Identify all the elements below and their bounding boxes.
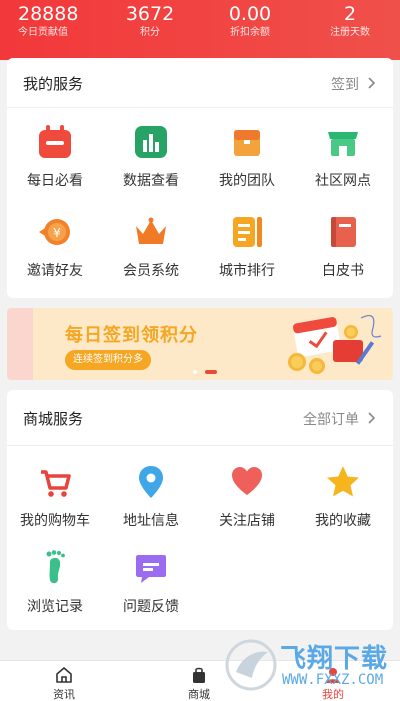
stat-contribution[interactable]: 28888 今日贡献值 (0, 0, 100, 40)
mall-header: 商城服务 全部订单 (7, 390, 393, 446)
all-orders-link[interactable]: 全部订单 (303, 409, 359, 429)
stat-discount-balance[interactable]: 0.00 折扣余额 (200, 0, 300, 40)
stat-register-days[interactable]: 2 注册天数 (300, 0, 400, 40)
calendar-icon (39, 125, 71, 158)
stat-value: 2 (343, 3, 357, 25)
home-icon (56, 667, 72, 683)
message-icon (136, 555, 166, 583)
service-label: 社区网点 (315, 173, 371, 189)
carousel-dot[interactable] (193, 370, 197, 374)
stat-label: 折扣余额 (230, 27, 270, 38)
chevron-right-icon[interactable] (363, 75, 379, 91)
banner-edge (7, 308, 33, 380)
mall-favorites[interactable]: 我的收藏 (295, 462, 391, 530)
checkin-banner[interactable]: 每日签到领积分 连续签到积分多 (7, 308, 393, 380)
site-watermark: 飞翔下载 WWW.FXXZ.COM (220, 634, 396, 696)
service-label: 我的团队 (219, 173, 275, 189)
mall-label: 问题反馈 (123, 599, 179, 615)
mall-feedback[interactable]: 问题反馈 (103, 548, 199, 616)
mall-label: 关注店铺 (219, 513, 275, 529)
service-label: 每日必看 (27, 173, 83, 189)
service-daily[interactable]: 每日必看 (7, 122, 103, 190)
chevron-right-icon[interactable] (363, 410, 379, 426)
svg-text:¥: ¥ (53, 226, 61, 240)
calendar-coins-illustration (288, 315, 382, 374)
service-data[interactable]: 数据查看 (103, 122, 199, 190)
cart-icon (41, 470, 71, 497)
store-icon (328, 132, 358, 156)
carousel-dot-active[interactable] (205, 370, 217, 374)
shopping-bag-icon (193, 667, 205, 683)
stat-value: 3672 (125, 3, 175, 25)
mall-label: 地址信息 (123, 513, 179, 529)
crown-icon (136, 217, 166, 244)
mall-address[interactable]: 地址信息 (103, 462, 199, 530)
service-team[interactable]: 我的团队 (199, 122, 295, 190)
footprint-icon (46, 550, 65, 584)
list-icon (233, 217, 262, 247)
mall-cart[interactable]: 我的购物车 (7, 462, 103, 530)
stat-label: 注册天数 (330, 27, 370, 38)
book-icon (331, 217, 356, 247)
mall-history[interactable]: 浏览记录 (7, 548, 103, 616)
checkin-link[interactable]: 签到 (331, 74, 359, 94)
services-header: 我的服务 签到 (7, 58, 393, 108)
heart-icon (232, 467, 262, 495)
stat-label: 积分 (140, 27, 160, 38)
star-icon (327, 466, 359, 497)
watermark-logo-icon (225, 639, 277, 691)
service-whitepaper[interactable]: 白皮书 (295, 212, 391, 280)
stats-header: 28888 今日贡献值 3672 积分 0.00 折扣余额 2 注册天数 (0, 0, 400, 60)
stat-value: 0.00 (228, 3, 272, 25)
stat-points[interactable]: 3672 积分 (100, 0, 200, 40)
service-label: 数据查看 (123, 173, 179, 189)
coin-icon: ¥ (39, 219, 70, 245)
services-card: 我的服务 签到 每日必看 数据查看 我的团队 社区网点 ¥ 邀请好友 会员系统 … (7, 58, 393, 298)
banner-subtitle: 连续签到积分多 (65, 350, 151, 370)
service-label: 白皮书 (322, 263, 364, 279)
service-label: 城市排行 (219, 263, 275, 279)
mall-label: 我的收藏 (315, 513, 371, 529)
service-invite[interactable]: ¥ 邀请好友 (7, 212, 103, 280)
service-label: 邀请好友 (27, 263, 83, 279)
watermark-text: 飞翔下载 (280, 644, 389, 674)
box-icon (234, 130, 260, 156)
stat-label: 今日贡献值 (18, 27, 68, 38)
bar-chart-icon (135, 126, 167, 158)
service-label: 会员系统 (123, 263, 179, 279)
tab-label: 资讯 (53, 688, 75, 701)
mall-card: 商城服务 全部订单 我的购物车 地址信息 关注店铺 我的收藏 浏览记录 问题反馈 (7, 390, 393, 630)
tab-news[interactable]: 资讯 (24, 663, 104, 701)
service-membership[interactable]: 会员系统 (103, 212, 199, 280)
stat-value: 28888 (18, 3, 79, 25)
mall-label: 我的购物车 (20, 513, 90, 529)
service-community[interactable]: 社区网点 (295, 122, 391, 190)
mall-followed-stores[interactable]: 关注店铺 (199, 462, 295, 530)
mall-label: 浏览记录 (27, 599, 83, 615)
service-city-rank[interactable]: 城市排行 (199, 212, 295, 280)
services-title: 我的服务 (23, 75, 84, 93)
banner-title: 每日签到领积分 (65, 325, 198, 346)
mall-title: 商城服务 (23, 410, 84, 428)
watermark-url: WWW.FXXZ.COM (282, 672, 384, 688)
location-pin-icon (139, 466, 163, 498)
